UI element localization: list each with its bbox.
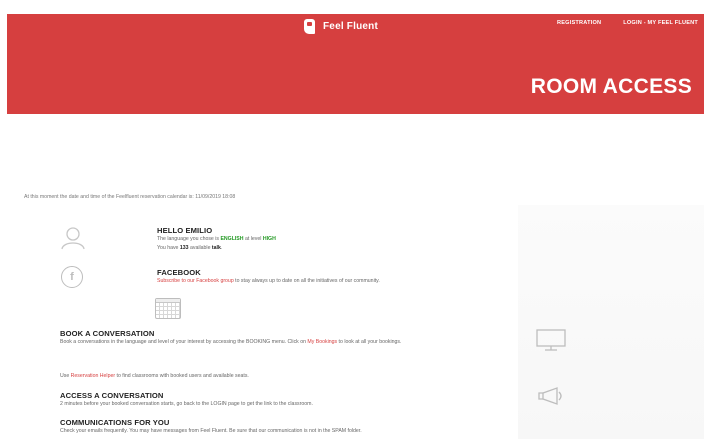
- access-conversation-title: ACCESS A CONVERSATION: [60, 391, 164, 400]
- facebook-title: FACEBOOK: [157, 268, 201, 277]
- reservation-helper-note: Use Reservation Helper to find classroom…: [60, 372, 249, 381]
- helper-text: to find classrooms with booked users and…: [115, 373, 249, 379]
- communications-title: COMMUNICATIONS FOR YOU: [60, 418, 170, 427]
- language-prefix: The language you chose is: [157, 236, 221, 242]
- talk-count: 133: [179, 245, 189, 251]
- facebook-description: Subscribe to our Facebook group to stay …: [157, 277, 380, 286]
- page-header: Feel Fluent REGISTRATION LOGIN - MY FEEL…: [7, 14, 704, 114]
- talk-end: .: [220, 245, 223, 251]
- booking-text-after: to look at all your bookings.: [337, 339, 402, 345]
- access-conversation-description: 2 minutes before your booked conversatio…: [60, 401, 313, 407]
- login-my-feel-fluent-link[interactable]: LOGIN - MY FEEL FLUENT: [623, 20, 698, 26]
- calendar-icon: [155, 298, 181, 319]
- talk-middle-text: available: [188, 245, 212, 251]
- brand-name: Feel Fluent: [323, 20, 378, 32]
- registration-link[interactable]: REGISTRATION: [557, 20, 601, 26]
- greeting-section: HELLO EMILIO The language you chose is E…: [157, 226, 276, 253]
- brand-logo[interactable]: Feel Fluent: [304, 17, 378, 35]
- helper-prefix: Use: [60, 373, 71, 379]
- language-line: The language you chose is ENGLISH at lev…: [157, 235, 276, 244]
- facebook-group-link[interactable]: Subscribe to our Facebook group: [157, 278, 234, 284]
- talk-prefix: You have: [157, 245, 180, 251]
- level-text: at level: [243, 236, 263, 242]
- book-conversation-section: BOOK A CONVERSATION Book a conversations…: [60, 329, 530, 347]
- facebook-section: FACEBOOK Subscribe to our Facebook group…: [157, 268, 380, 286]
- brand-mark-icon: [304, 18, 315, 34]
- booking-text-before: Book a conversations in the language and…: [60, 339, 308, 345]
- book-conversation-description: Book a conversations in the language and…: [60, 338, 530, 347]
- book-conversation-title: BOOK A CONVERSATION: [60, 329, 155, 338]
- selected-language: ENGLISH: [220, 236, 244, 242]
- reservation-helper-line: Use Reservation Helper to find classroom…: [60, 372, 249, 381]
- facebook-text: to stay always up to date on all the ini…: [233, 278, 380, 284]
- communications-section: COMMUNICATIONS FOR YOU Check your emails…: [60, 418, 530, 436]
- user-icon: [61, 227, 85, 250]
- communications-description: Check your emails frequently. You may ha…: [60, 428, 362, 434]
- my-bookings-link[interactable]: My Bookings: [307, 339, 337, 345]
- selected-level: HIGH: [262, 236, 276, 242]
- monitor-icon: [536, 329, 566, 351]
- greeting-title: HELLO EMILIO: [157, 226, 213, 235]
- talk-count-line: You have 133 available talk.: [157, 244, 276, 253]
- reservation-helper-link[interactable]: Reservation Helper: [71, 373, 115, 379]
- page-title: ROOM ACCESS: [530, 75, 692, 98]
- megaphone-icon: [538, 387, 562, 405]
- calendar-timestamp: At this moment the date and time of the …: [24, 194, 236, 200]
- top-nav: REGISTRATION LOGIN - MY FEEL FLUENT: [557, 20, 698, 26]
- facebook-icon[interactable]: f: [61, 266, 83, 288]
- talk-word: talk: [211, 245, 221, 251]
- access-conversation-section: ACCESS A CONVERSATION 2 minutes before y…: [60, 391, 520, 409]
